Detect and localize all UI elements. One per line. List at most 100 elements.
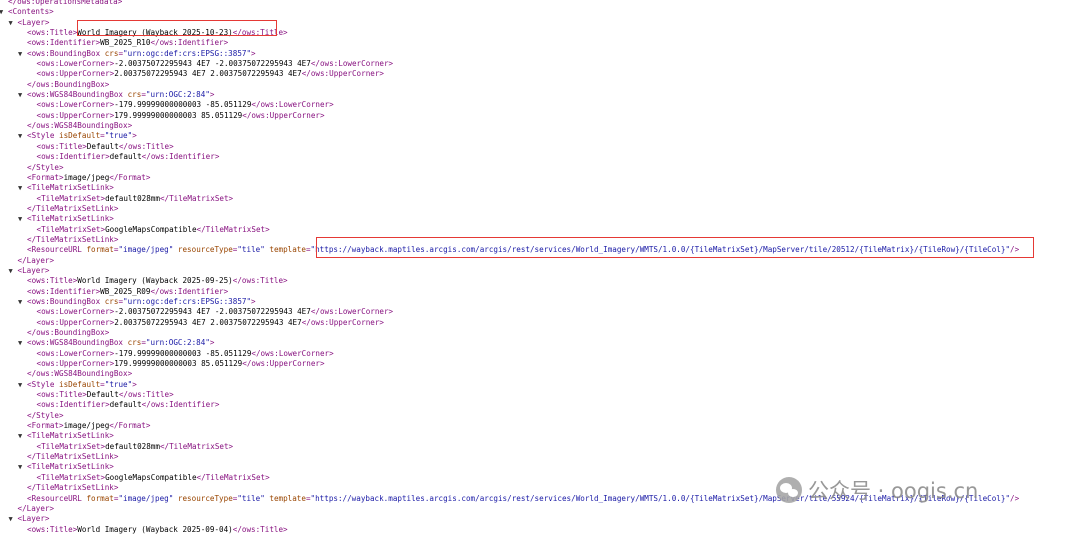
xml-line: ▼ <ows:WGS84BoundingBox crs="urn:OGC:2:84… — [0, 90, 1080, 100]
expand-arrow-icon[interactable]: ▼ — [18, 431, 22, 441]
xml-tag: </TileMatrixSet> — [196, 224, 270, 234]
xml-tag: <TileMatrixSet> — [36, 193, 106, 203]
xml-text: default — [109, 152, 142, 162]
xml-line: ▼ <Layer> — [0, 18, 1080, 28]
xml-text: World Imagery (Wayback 2025-09-04) — [77, 524, 233, 534]
xml-tag: <ows:LowerCorner> — [36, 100, 115, 110]
xml-tag: <TileMatrixSet> — [36, 441, 106, 451]
xml-line: </TileMatrixSetLink> — [0, 204, 1080, 214]
xml-text: 179.99999000000003 85.051129 — [114, 110, 243, 120]
xml-tag: </ows:OperationsMetadata> — [8, 0, 123, 6]
xml-attribute-value: "https://wayback.maptiles.arcgis.com/arc… — [310, 245, 1011, 255]
xml-attribute-value: "image/jpeg" — [118, 493, 174, 503]
expand-arrow-icon[interactable]: ▼ — [18, 338, 22, 348]
xml-text: default028mm — [105, 441, 160, 451]
xml-text: Default — [86, 141, 119, 151]
xml-tag: </TileMatrixSetLink> — [27, 234, 119, 244]
xml-tag: <Style — [27, 131, 60, 141]
xml-text: image/jpeg — [63, 421, 110, 431]
xml-line: <TileMatrixSet>default028mm</TileMatrixS… — [0, 442, 1080, 452]
xml-tag: <ows:LowerCorner> — [36, 348, 115, 358]
xml-tag: <ows:WGS84BoundingBox — [27, 90, 128, 100]
xml-attribute: resourceType — [177, 493, 233, 503]
xml-tag: </ows:WGS84BoundingBox> — [27, 121, 133, 131]
xml-tag: > — [132, 131, 137, 141]
xml-tag: </Layer> — [17, 503, 55, 513]
xml-line: </ows:WGS84BoundingBox> — [0, 121, 1080, 131]
xml-line: </TileMatrixSetLink> — [0, 452, 1080, 462]
xml-tag: </ows:Identifier> — [141, 152, 220, 162]
xml-line: </Style> — [0, 163, 1080, 173]
expand-arrow-icon[interactable]: ▼ — [9, 18, 13, 28]
xml-attribute-value: "true" — [104, 379, 133, 389]
wechat-icon — [776, 477, 802, 503]
xml-line: <TileMatrixSet>default028mm</TileMatrixS… — [0, 194, 1080, 204]
xml-line: <ows:Title>Default</ows:Title> — [0, 142, 1080, 152]
xml-line: <ows:LowerCorner>-179.99999000000003 -85… — [0, 100, 1080, 110]
xml-line: </ows:WGS84BoundingBox> — [0, 369, 1080, 379]
expand-arrow-icon[interactable]: ▼ — [9, 266, 13, 276]
xml-attribute: crs — [104, 296, 119, 306]
xml-text: 179.99999000000003 85.051129 — [114, 359, 243, 369]
xml-tag: </Style> — [27, 410, 64, 420]
xml-tag: > — [209, 90, 215, 100]
xml-text: -179.99999000000003 -85.051129 — [114, 348, 252, 358]
xml-tag: <ows:Identifier> — [36, 400, 110, 410]
xml-tag: <ows:Identifier> — [27, 286, 101, 296]
xml-tag: </ows:Identifier> — [150, 286, 229, 296]
xml-tag: <TileMatrixSetLink> — [27, 462, 114, 472]
xml-tag: > — [251, 296, 256, 306]
xml-tag: <ResourceURL — [27, 493, 87, 503]
xml-tag: </ows:UpperCorner> — [301, 69, 384, 79]
xml-tag: <ows:UpperCorner> — [36, 69, 115, 79]
xml-tag: <TileMatrixSetLink> — [27, 431, 114, 441]
xml-tag: </ows:UpperCorner> — [242, 359, 325, 369]
expand-arrow-icon[interactable]: ▼ — [18, 49, 22, 59]
xml-tag: <Layer> — [17, 514, 50, 524]
xml-tag: <ows:Title> — [27, 524, 78, 534]
xml-line: </ows:OperationsMetadata> — [0, 0, 1080, 7]
xml-tag: </ows:LowerCorner> — [310, 307, 394, 317]
xml-tag: <Layer> — [17, 265, 50, 275]
xml-line: <ows:Identifier>default</ows:Identifier> — [0, 400, 1080, 410]
xml-tag: <TileMatrixSet> — [36, 472, 106, 482]
xml-text: World Imagery (Wayback 2025-09-25) — [77, 276, 233, 286]
xml-tag: </TileMatrixSet> — [159, 441, 234, 451]
expand-arrow-icon[interactable]: ▼ — [18, 90, 22, 100]
xml-line: <ows:LowerCorner>-179.99999000000003 -85… — [0, 349, 1080, 359]
xml-tag: <TileMatrixSetLink> — [27, 183, 114, 193]
xml-attribute: crs — [104, 48, 119, 58]
xml-tag: <Contents> — [8, 7, 54, 17]
expand-arrow-icon[interactable]: ▼ — [18, 297, 22, 307]
xml-line: </Layer> — [0, 504, 1080, 514]
xml-line: <ows:Title>Default</ows:Title> — [0, 390, 1080, 400]
expand-arrow-icon[interactable]: ▼ — [9, 514, 13, 524]
xml-text: -179.99999000000003 -85.051129 — [114, 100, 252, 110]
xml-text: 2.00375072295943 4E7 2.00375072295943 4E… — [114, 317, 302, 327]
xml-attribute: crs — [127, 338, 142, 348]
xml-attribute: format — [86, 245, 114, 255]
xml-text: 2.00375072295943 4E7 2.00375072295943 4E… — [114, 69, 302, 79]
expand-arrow-icon[interactable]: ▼ — [18, 214, 22, 224]
expand-arrow-icon[interactable]: ▼ — [18, 183, 22, 193]
xml-line: <ows:Identifier>default</ows:Identifier> — [0, 152, 1080, 162]
xml-tag: <Layer> — [17, 17, 50, 27]
xml-line: ▼ <Style isDefault="true"> — [0, 380, 1080, 390]
xml-tag: </TileMatrixSetLink> — [27, 203, 119, 213]
expand-arrow-icon[interactable]: ▼ — [18, 380, 22, 390]
xml-text: WB_2025_R09 — [100, 286, 151, 296]
xml-tag: > — [251, 48, 256, 58]
xml-line: </TileMatrixSetLink> — [0, 235, 1080, 245]
expand-arrow-icon[interactable]: ▼ — [18, 462, 22, 472]
expand-arrow-icon[interactable]: ▼ — [18, 131, 22, 141]
xml-line: <ows:UpperCorner>179.99999000000003 85.0… — [0, 111, 1080, 121]
xml-attribute: template — [269, 245, 306, 255]
xml-tag: </ows:Identifier> — [150, 38, 229, 48]
xml-tag: </ows:Title> — [118, 390, 174, 400]
xml-line: ▼ <TileMatrixSetLink> — [0, 462, 1080, 472]
xml-tag: /> — [1010, 245, 1020, 255]
expand-arrow-icon[interactable]: ▼ — [0, 7, 3, 17]
xml-text: GoogleMapsCompatible — [105, 472, 197, 482]
xml-attribute-value: "urn:OGC:2:84" — [145, 338, 210, 348]
xml-text: image/jpeg — [63, 172, 110, 182]
